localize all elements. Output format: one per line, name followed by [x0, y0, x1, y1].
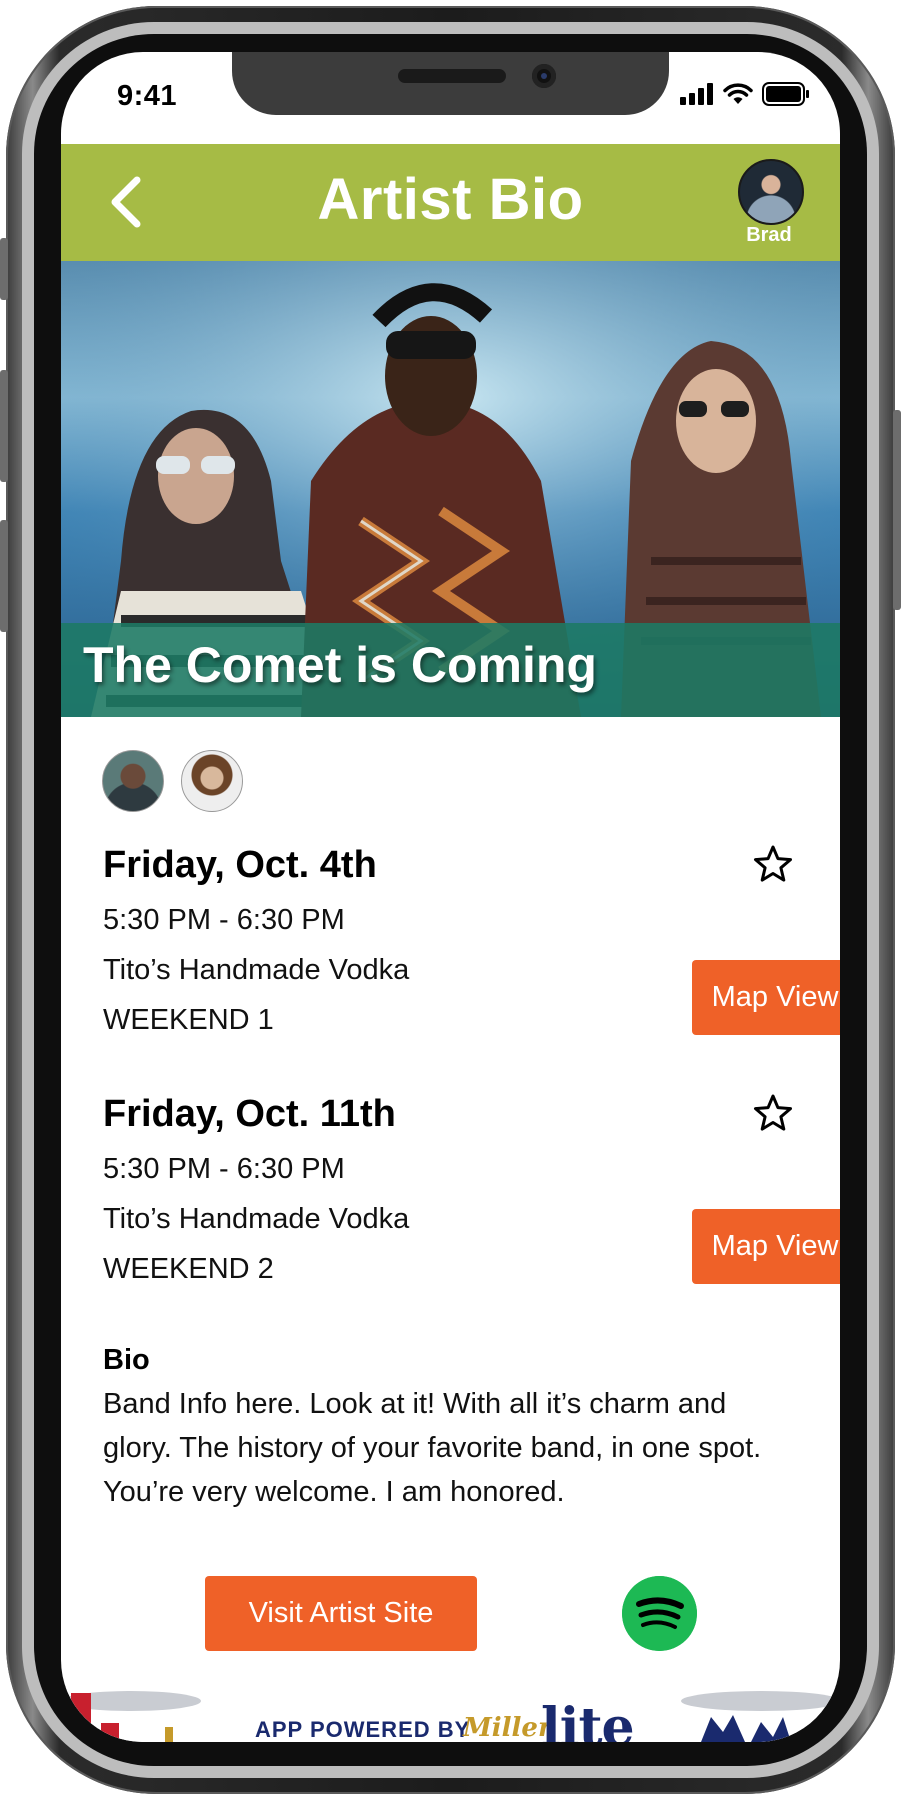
- member-avatar[interactable]: [102, 750, 164, 812]
- status-time: 9:41: [117, 80, 178, 112]
- app-screen: 9:41 Artist Bio Brad The Comet is Coming…: [61, 52, 840, 1742]
- artist-hero-image: The Comet is Coming: [61, 261, 840, 717]
- power-button: [893, 410, 901, 610]
- wifi-icon: [723, 83, 753, 104]
- device-notch: [232, 52, 669, 115]
- signal-icon: [680, 83, 713, 105]
- bio-heading: Bio: [103, 1344, 150, 1376]
- bio-text: Band Info here. Look at it! With all it’…: [103, 1388, 762, 1508]
- speaker-grille: [398, 69, 506, 83]
- powered-by-label: APP POWERED BY: [255, 1717, 471, 1742]
- event-weekend: WEEKEND 1: [103, 1004, 274, 1036]
- event-time: 5:30 PM - 6:30 PM: [103, 904, 345, 936]
- member-avatar[interactable]: [181, 750, 243, 812]
- app-header: Artist Bio Brad: [61, 144, 840, 261]
- spotify-icon[interactable]: [622, 1576, 697, 1651]
- volume-down-button: [0, 520, 8, 632]
- event-stage: Tito’s Handmade Vodka: [103, 954, 410, 986]
- map-view-button[interactable]: Map View: [692, 960, 840, 1035]
- volume-up-button: [0, 370, 8, 482]
- event-weekend: WEEKEND 2: [103, 1253, 274, 1285]
- page-title: Artist Bio: [317, 167, 584, 232]
- sponsor-logo: lite: [541, 1697, 635, 1742]
- user-name: Brad: [746, 224, 792, 246]
- event-time: 5:30 PM - 6:30 PM: [103, 1153, 345, 1185]
- front-camera: [532, 64, 556, 88]
- event-date: Friday, Oct. 11th: [103, 1093, 396, 1135]
- status-icons: [680, 82, 810, 106]
- star-outline-icon[interactable]: [753, 844, 793, 884]
- map-view-button[interactable]: Map View: [692, 1209, 840, 1284]
- event-stage: Tito’s Handmade Vodka: [103, 1203, 410, 1235]
- visit-artist-site-button[interactable]: Visit Artist Site: [205, 1576, 477, 1651]
- event-date: Friday, Oct. 4th: [103, 844, 377, 886]
- artist-name: The Comet is Coming: [83, 637, 597, 693]
- user-avatar[interactable]: [738, 159, 804, 225]
- event-card: Friday, Oct. 11th 5:30 PM - 6:30 PM Tito…: [103, 1093, 840, 1308]
- band-members: [102, 750, 243, 812]
- battery-icon: [762, 82, 809, 106]
- sponsor-banner[interactable]: APP POWERED BY Miller lite: [61, 1687, 840, 1742]
- mute-switch: [0, 238, 8, 300]
- sponsor-script: Miller: [463, 1713, 552, 1742]
- event-card: Friday, Oct. 4th 5:30 PM - 6:30 PM Tito’…: [103, 844, 840, 1059]
- star-outline-icon[interactable]: [753, 1093, 793, 1133]
